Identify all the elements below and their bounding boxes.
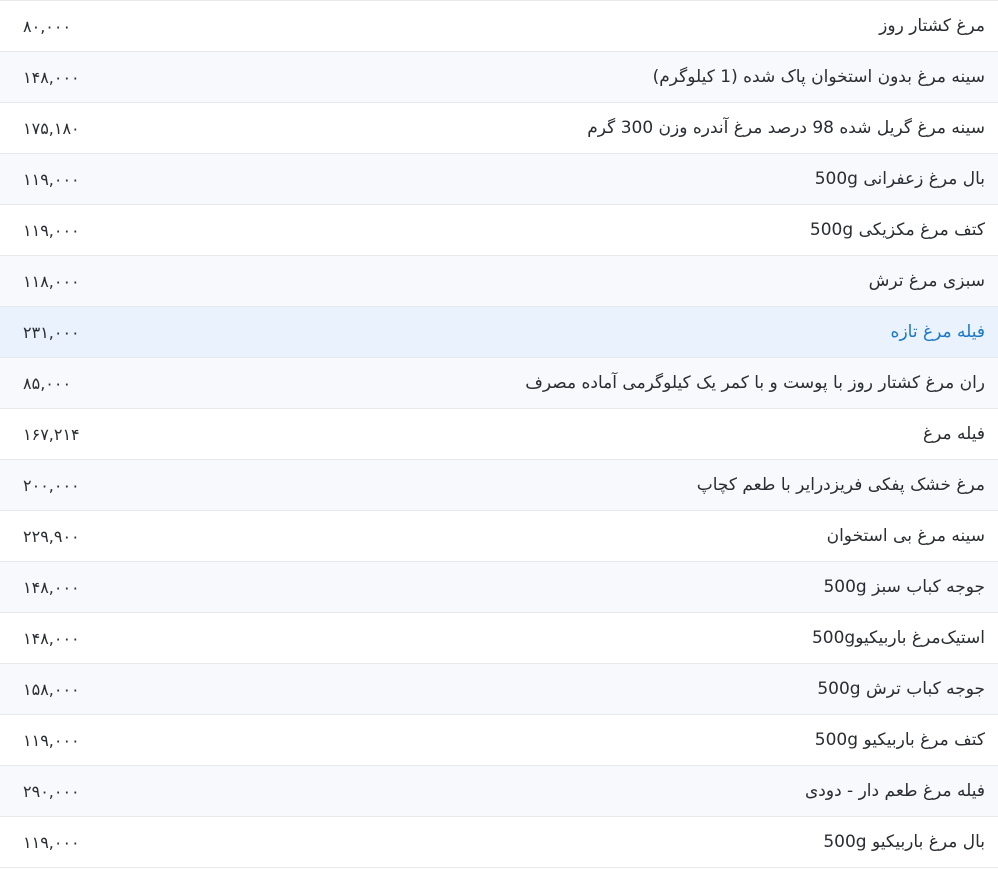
product-price: ۲۲۹,۹۰۰ (23, 526, 80, 546)
product-price: ۱۱۹,۰۰۰ (23, 832, 80, 852)
product-name[interactable]: جوجه کباب سبز 500g (823, 577, 998, 597)
list-item[interactable]: ران مرغ کشتار روز با پوست و با کمر یک کی… (0, 358, 998, 409)
list-item[interactable]: سبزی مرغ ترش ۱۱۸,۰۰۰ (0, 256, 998, 307)
product-name[interactable]: بال مرغ باربیکیو 500g (823, 832, 998, 852)
list-item[interactable]: سینه مرغ گریل شده 98 درصد مرغ آندره وزن … (0, 103, 998, 154)
product-price-list: مرغ کشتار روز ۸۰,۰۰۰ سینه مرغ بدون استخو… (0, 0, 998, 868)
product-name[interactable]: سینه مرغ بدون استخوان پاک شده (1 کیلوگرم… (653, 67, 998, 87)
product-name[interactable]: مرغ خشک پفکی فریزدرایر با طعم کچاپ (697, 475, 998, 495)
list-item[interactable]: کتف مرغ مکزیکی 500g ۱۱۹,۰۰۰ (0, 205, 998, 256)
list-item[interactable]: بال مرغ باربیکیو 500g ۱۱۹,۰۰۰ (0, 817, 998, 868)
product-price: ۱۱۹,۰۰۰ (23, 730, 80, 750)
product-price: ۱۶۷,۲۱۴ (23, 424, 80, 444)
list-item[interactable]: فیله مرغ طعم دار - دودی ۲۹۰,۰۰۰ (0, 766, 998, 817)
list-item[interactable]: جوجه کباب ترش 500g ۱۵۸,۰۰۰ (0, 664, 998, 715)
list-item[interactable]: سینه مرغ بدون استخوان پاک شده (1 کیلوگرم… (0, 52, 998, 103)
product-name[interactable]: فیله مرغ طعم دار - دودی (805, 781, 998, 801)
product-name[interactable]: مرغ کشتار روز (879, 16, 998, 36)
product-name[interactable]: سبزی مرغ ترش (869, 271, 998, 291)
product-name[interactable]: بال مرغ زعفرانی 500g (815, 169, 998, 189)
list-item[interactable]: استیک‌مرغ باربیکیو500g ۱۴۸,۰۰۰ (0, 613, 998, 664)
product-name[interactable]: فیله مرغ (923, 424, 998, 444)
product-price: ۱۴۸,۰۰۰ (23, 67, 80, 87)
product-price: ۲۰۰,۰۰۰ (23, 475, 80, 495)
list-item-hovered[interactable]: فیله مرغ تازه ۲۳۱,۰۰۰ (0, 307, 998, 358)
product-name[interactable]: جوجه کباب ترش 500g (817, 679, 998, 699)
product-price: ۱۱۹,۰۰۰ (23, 169, 80, 189)
list-item[interactable]: فیله مرغ ۱۶۷,۲۱۴ (0, 409, 998, 460)
list-item[interactable]: مرغ کشتار روز ۸۰,۰۰۰ (0, 1, 998, 52)
product-price: ۱۴۸,۰۰۰ (23, 628, 80, 648)
product-name[interactable]: استیک‌مرغ باربیکیو500g (812, 628, 998, 648)
product-name[interactable]: فیله مرغ تازه (891, 322, 998, 342)
product-name[interactable]: سینه مرغ گریل شده 98 درصد مرغ آندره وزن … (587, 118, 998, 138)
product-price: ۲۳۱,۰۰۰ (23, 322, 80, 342)
product-price: ۸۵,۰۰۰ (23, 373, 72, 393)
product-price: ۸۰,۰۰۰ (23, 16, 72, 36)
product-name[interactable]: کتف مرغ باربیکیو 500g (815, 730, 998, 750)
product-name[interactable]: سینه مرغ بی استخوان (827, 526, 998, 546)
product-price: ۲۹۰,۰۰۰ (23, 781, 80, 801)
product-price: ۱۴۸,۰۰۰ (23, 577, 80, 597)
list-item[interactable]: مرغ خشک پفکی فریزدرایر با طعم کچاپ ۲۰۰,۰… (0, 460, 998, 511)
product-price: ۱۱۸,۰۰۰ (23, 271, 80, 291)
list-item[interactable]: کتف مرغ باربیکیو 500g ۱۱۹,۰۰۰ (0, 715, 998, 766)
product-price: ۱۱۹,۰۰۰ (23, 220, 80, 240)
list-item[interactable]: سینه مرغ بی استخوان ۲۲۹,۹۰۰ (0, 511, 998, 562)
product-price: ۱۵۸,۰۰۰ (23, 679, 80, 699)
list-item[interactable]: بال مرغ زعفرانی 500g ۱۱۹,۰۰۰ (0, 154, 998, 205)
product-name[interactable]: کتف مرغ مکزیکی 500g (810, 220, 998, 240)
product-name[interactable]: ران مرغ کشتار روز با پوست و با کمر یک کی… (525, 373, 998, 393)
list-item[interactable]: جوجه کباب سبز 500g ۱۴۸,۰۰۰ (0, 562, 998, 613)
product-price: ۱۷۵,۱۸۰ (23, 118, 80, 138)
